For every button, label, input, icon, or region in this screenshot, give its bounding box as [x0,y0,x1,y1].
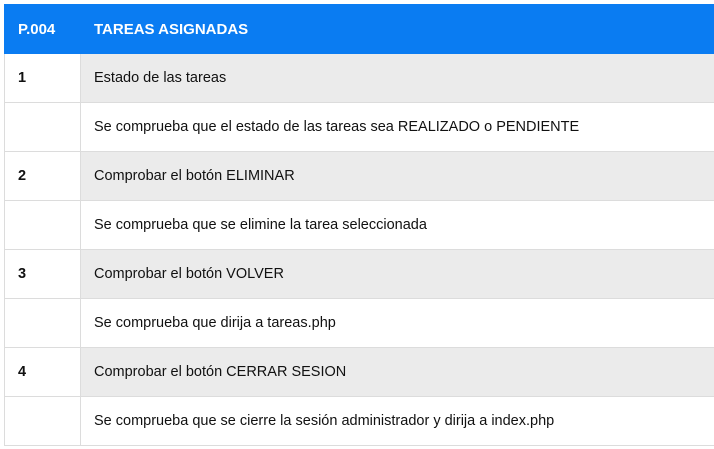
step-row: 2 Comprobar el botón ELIMINAR [4,151,714,201]
detail-row: Se comprueba que el estado de las tareas… [4,102,714,152]
detail-empty-cell [4,102,81,152]
step-row: 4 Comprobar el botón CERRAR SESION [4,347,714,397]
table-header-row: P.004 TAREAS ASIGNADAS [4,4,714,54]
detail-row: Se comprueba que se cierre la sesión adm… [4,396,714,446]
test-case-table: P.004 TAREAS ASIGNADAS 1 Estado de las t… [4,4,714,446]
step-detail: Se comprueba que se cierre la sesión adm… [80,396,714,446]
step-detail: Se comprueba que el estado de las tareas… [80,102,714,152]
step-description: Comprobar el botón CERRAR SESION [80,347,714,397]
step-number: 3 [4,249,81,299]
detail-row: Se comprueba que dirija a tareas.php [4,298,714,348]
detail-row: Se comprueba que se elimine la tarea sel… [4,200,714,250]
test-code-header: P.004 [4,4,81,54]
detail-empty-cell [4,200,81,250]
detail-empty-cell [4,396,81,446]
test-title-header: TAREAS ASIGNADAS [80,4,714,54]
test-case-table-container: P.004 TAREAS ASIGNADAS 1 Estado de las t… [4,4,714,446]
step-row: 3 Comprobar el botón VOLVER [4,249,714,299]
step-number: 4 [4,347,81,397]
step-detail: Se comprueba que se elimine la tarea sel… [80,200,714,250]
step-detail: Se comprueba que dirija a tareas.php [80,298,714,348]
step-description: Estado de las tareas [80,53,714,103]
step-description: Comprobar el botón ELIMINAR [80,151,714,201]
step-number: 2 [4,151,81,201]
detail-empty-cell [4,298,81,348]
step-description: Comprobar el botón VOLVER [80,249,714,299]
step-number: 1 [4,53,81,103]
step-row: 1 Estado de las tareas [4,53,714,103]
